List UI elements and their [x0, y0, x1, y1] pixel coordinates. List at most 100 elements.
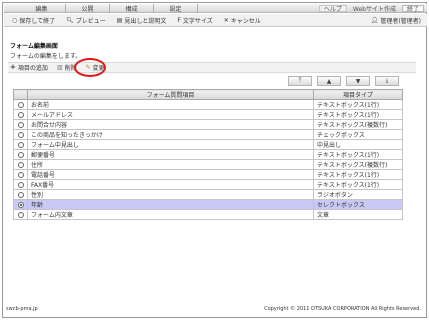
arrow-up-icon: ▲: [326, 77, 332, 85]
create-website-button[interactable]: Webサイト作成: [349, 5, 400, 13]
question-cell: お名前: [27, 99, 314, 110]
question-cell: 性別: [27, 189, 314, 200]
table-row[interactable]: 住所 テキストボックス(複数行): [13, 159, 403, 170]
row-radio-cell[interactable]: [13, 139, 28, 150]
save-and-exit-button[interactable]: ○ 保存して終了: [12, 16, 55, 25]
table-header-row: フォーム質問項目 項目タイプ: [13, 89, 403, 100]
circle-icon: ○: [12, 16, 18, 24]
table-row[interactable]: 郵便番号 テキストボックス(1行): [13, 149, 403, 160]
column-header-select: [13, 89, 28, 100]
row-radio-cell[interactable]: [13, 119, 28, 130]
row-radio-cell[interactable]: [13, 189, 28, 200]
preview-button[interactable]: 🔍︎ プレビュー: [66, 16, 106, 25]
row-radio[interactable]: [17, 101, 24, 108]
row-radio[interactable]: [17, 171, 24, 178]
type-cell: テキストボックス(1行): [313, 169, 403, 180]
tab-settings[interactable]: 設定: [154, 3, 198, 13]
row-radio[interactable]: [17, 141, 24, 148]
question-cell: お問合せ内容: [27, 119, 314, 130]
row-radio[interactable]: [17, 111, 24, 118]
user-menu[interactable]: 👤︎ 管理者(管理者): [371, 16, 421, 25]
move-bottom-icon: ⤓: [385, 77, 389, 84]
type-cell: テキストボックス(1行): [313, 149, 403, 160]
type-cell: ラジオボタン: [313, 189, 403, 200]
type-cell: テキストボックス(複数行): [313, 159, 403, 170]
row-radio-cell[interactable]: [13, 109, 28, 120]
question-cell: 年齢: [27, 199, 314, 210]
type-cell: 中見出し: [313, 139, 403, 150]
table-row[interactable]: 電話番号 テキストボックス(1行): [13, 169, 403, 180]
row-radio-cell[interactable]: [13, 149, 28, 160]
row-radio[interactable]: [17, 121, 24, 128]
row-radio[interactable]: [17, 131, 24, 138]
footer-copyright: Copyright © 2011 OTSUKA CORPORATION All …: [264, 306, 421, 312]
question-cell: 電話番号: [27, 169, 314, 180]
question-cell: FAX番号: [27, 179, 314, 190]
table-row[interactable]: フォーム中見出し 中見出し: [13, 139, 403, 150]
question-cell: 郵便番号: [27, 149, 314, 160]
row-radio-cell[interactable]: [13, 129, 28, 140]
page-subtitle: フォームの編集をします。: [10, 53, 82, 60]
question-cell: この商品を知ったきっかけ: [27, 129, 314, 140]
question-cell: メールアドレス: [27, 109, 314, 120]
type-cell: テキストボックス(1行): [313, 109, 403, 120]
font-size-button[interactable]: F 文字サイズ: [177, 16, 212, 25]
user-icon: 👤︎: [370, 16, 379, 24]
action-bar: + 項目の追加 ▥ 削除 ✎ 変更: [8, 62, 416, 73]
row-radio[interactable]: [17, 181, 24, 188]
row-radio-cell[interactable]: [13, 199, 28, 210]
move-down-button[interactable]: ▼: [346, 76, 370, 86]
highlight-circle: [74, 58, 106, 77]
move-bottom-button[interactable]: ⤓: [375, 76, 399, 86]
cancel-button[interactable]: ✕ キャンセル: [224, 16, 261, 25]
tab-edit[interactable]: 編集: [18, 3, 66, 13]
question-cell: フォーム内文章: [27, 209, 314, 220]
close-icon: ✕: [223, 16, 229, 24]
font-icon: F: [177, 16, 181, 24]
row-radio[interactable]: [17, 211, 24, 218]
toolbar: ○ 保存して終了 🔍︎ プレビュー ▤ 見出しと説明文 F 文字サイズ ✕ キャ…: [4, 14, 427, 27]
move-top-button[interactable]: ⤒: [288, 76, 312, 86]
row-radio[interactable]: [17, 161, 24, 168]
table-row[interactable]: 年齢 セレクトボックス: [13, 199, 403, 210]
type-cell: テキストボックス(複数行): [313, 119, 403, 130]
type-cell: テキストボックス(1行): [313, 99, 403, 110]
page-title: フォーム編集画面: [10, 43, 58, 50]
move-up-button[interactable]: ▲: [317, 76, 341, 86]
heading-description-button[interactable]: ▤ 見出しと説明文: [117, 16, 167, 25]
row-radio[interactable]: [17, 201, 24, 208]
top-navigation: 編集 公開 構成 設定 ヘルプ Webサイト作成 終了: [4, 3, 427, 13]
tab-publish[interactable]: 公開: [66, 3, 110, 13]
column-header-type: 項目タイプ: [313, 89, 403, 100]
help-button[interactable]: ヘルプ: [318, 4, 347, 13]
type-cell: チェックボックス: [313, 129, 403, 140]
row-radio-cell[interactable]: [13, 209, 28, 220]
table-row[interactable]: お名前 テキストボックス(1行): [13, 99, 403, 110]
type-cell: 文章: [313, 209, 403, 220]
table-row[interactable]: この商品を知ったきっかけ チェックボックス: [13, 129, 403, 140]
tab-structure[interactable]: 構成: [110, 3, 154, 13]
row-radio-cell[interactable]: [13, 99, 28, 110]
table-row[interactable]: お問合せ内容 テキストボックス(複数行): [13, 119, 403, 130]
table-row[interactable]: フォーム内文章 文章: [13, 209, 403, 220]
row-radio-cell[interactable]: [13, 169, 28, 180]
document-icon: ▤: [116, 16, 123, 24]
table-row[interactable]: 性別 ラジオボタン: [13, 189, 403, 200]
table-row[interactable]: メールアドレス テキストボックス(1行): [13, 109, 403, 120]
exit-button[interactable]: 終了: [401, 4, 424, 13]
row-radio[interactable]: [17, 151, 24, 158]
question-cell: 住所: [27, 159, 314, 170]
question-cell: フォーム中見出し: [27, 139, 314, 150]
move-top-icon: ⤒: [298, 77, 302, 84]
row-radio-cell[interactable]: [13, 159, 28, 170]
move-buttons: ⤒ ▲ ▼ ⤓: [288, 76, 399, 86]
plus-icon: +: [10, 63, 16, 71]
arrow-down-icon: ▼: [355, 77, 361, 85]
form-items-table: フォーム質問項目 項目タイプ お名前 テキストボックス(1行) メールアドレス テキス…: [13, 89, 403, 220]
footer-domain: swcb-pma.jp: [6, 306, 38, 312]
row-radio[interactable]: [17, 191, 24, 198]
type-cell: セレクトボックス: [313, 199, 403, 210]
table-row[interactable]: FAX番号 テキストボックス(1行): [13, 179, 403, 190]
add-item-button[interactable]: + 項目の追加: [10, 63, 48, 73]
row-radio-cell[interactable]: [13, 179, 28, 190]
